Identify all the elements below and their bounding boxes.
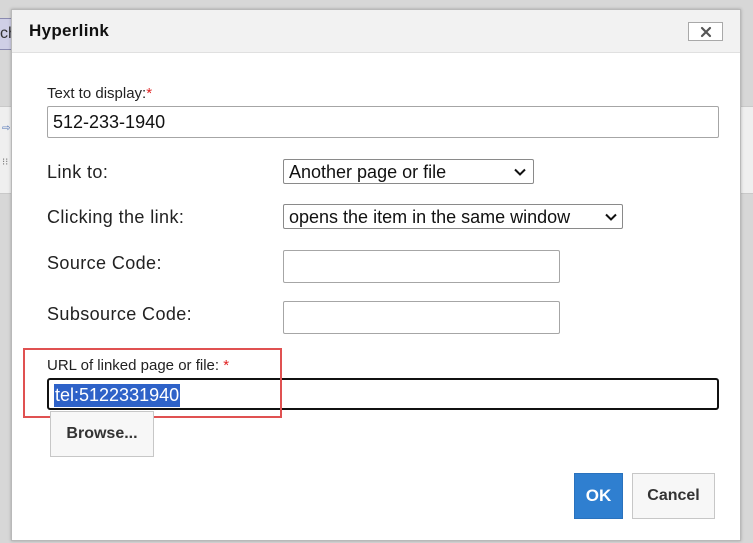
required-asterisk: * xyxy=(146,85,153,102)
dialog-title: Hyperlink xyxy=(29,21,110,40)
hyperlink-dialog: Hyperlink Text to display:* Link to: Ano… xyxy=(11,9,741,541)
text-to-display-label: Text to display:* xyxy=(47,85,153,102)
cancel-button[interactable]: Cancel xyxy=(632,473,715,519)
required-asterisk: * xyxy=(223,357,230,374)
url-input-selected-text: tel:5122331940 xyxy=(54,384,181,407)
clicking-link-label: Clicking the link: xyxy=(47,207,185,227)
clicking-link-select[interactable]: opens the item in the same window xyxy=(283,204,623,229)
link-to-label: Link to: xyxy=(47,162,109,182)
background-grip-icon: ⁝⁝ xyxy=(2,157,9,168)
background-toolbar-right xyxy=(741,106,753,194)
url-input[interactable]: tel:5122331940 xyxy=(47,378,719,410)
dialog-titlebar: Hyperlink xyxy=(12,10,740,53)
clicking-link-selected-value: opens the item in the same window xyxy=(289,206,571,227)
background-arrow-icon: ⇨ xyxy=(2,123,11,134)
source-code-input[interactable] xyxy=(283,250,560,283)
chevron-down-icon xyxy=(514,168,526,176)
chevron-down-icon xyxy=(605,213,617,221)
link-to-selected-value: Another page or file xyxy=(289,161,447,182)
browse-button[interactable]: Browse... xyxy=(50,411,154,457)
close-x-icon xyxy=(700,26,711,37)
ok-button[interactable]: OK xyxy=(574,473,623,519)
subsource-code-label: Subsource Code: xyxy=(47,304,193,324)
url-label: URL of linked page or file: * xyxy=(47,357,230,374)
link-to-select[interactable]: Another page or file xyxy=(283,159,534,184)
close-button[interactable] xyxy=(688,22,723,41)
subsource-code-input[interactable] xyxy=(283,301,560,334)
text-to-display-input[interactable] xyxy=(47,106,719,138)
source-code-label: Source Code: xyxy=(47,253,162,273)
